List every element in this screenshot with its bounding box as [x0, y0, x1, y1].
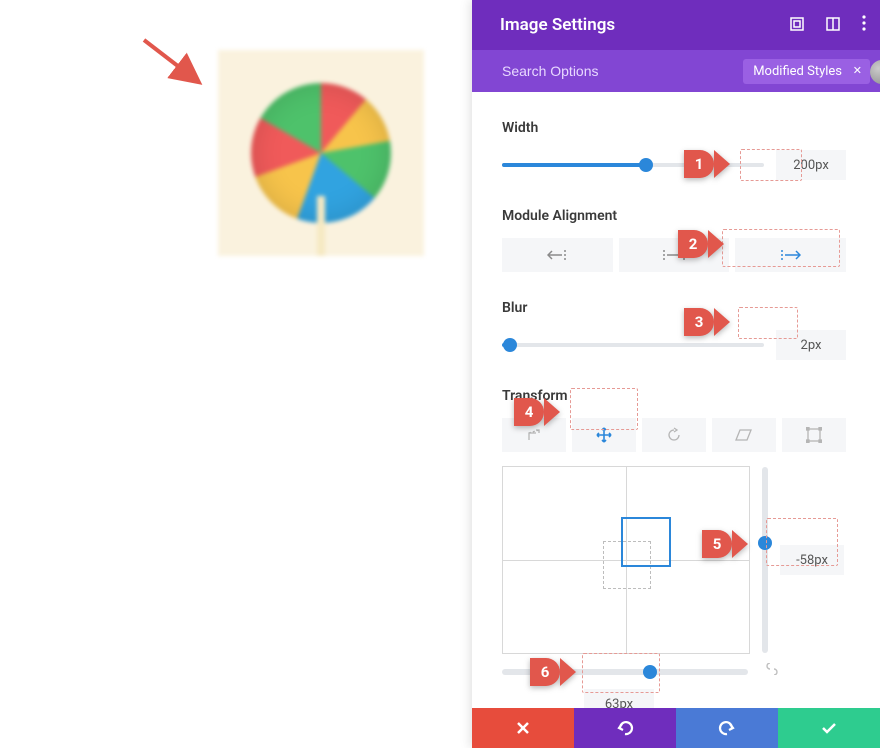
blur-value[interactable]: 2px: [776, 330, 846, 360]
transform-tab-rotate[interactable]: [642, 418, 706, 452]
transform-tab-translate[interactable]: [572, 418, 636, 452]
cancel-button[interactable]: [472, 708, 574, 748]
preview-image: [218, 50, 424, 256]
translate-y-value[interactable]: -58px: [780, 545, 844, 575]
columns-icon[interactable]: [826, 16, 840, 35]
preview-pane: [0, 0, 472, 748]
kebab-icon[interactable]: [862, 15, 866, 35]
annotation-arrow: [140, 36, 210, 96]
modified-styles-tag[interactable]: Modified Styles ✕: [743, 59, 870, 84]
module-alignment-label: Module Alignment: [502, 208, 846, 224]
panel-footer: [472, 708, 880, 748]
annotation-callout: 4: [514, 398, 560, 426]
modified-styles-label: Modified Styles: [753, 64, 842, 79]
transform-tab-skew[interactable]: [712, 418, 776, 452]
width-label: Width: [502, 120, 846, 136]
annotation-callout: 5: [702, 530, 748, 558]
align-right-button[interactable]: [735, 238, 846, 272]
blur-slider[interactable]: [502, 343, 764, 347]
annotation-callout: 2: [678, 230, 724, 258]
translate-canvas[interactable]: [502, 466, 750, 654]
panel-title: Image Settings: [500, 15, 790, 35]
annotation-callout: 6: [530, 658, 576, 686]
module-alignment-group: [502, 238, 846, 272]
link-icon[interactable]: [764, 660, 780, 679]
search-input[interactable]: [500, 62, 735, 80]
confirm-button[interactable]: [778, 708, 880, 748]
undo-button[interactable]: [574, 708, 676, 748]
settings-panel: Image Settings Modified Styles ✕ Width: [472, 0, 880, 748]
translate-handle[interactable]: [621, 517, 671, 567]
width-value[interactable]: 200px: [776, 150, 846, 180]
annotation-callout: 3: [684, 308, 730, 336]
annotation-callout: 1: [684, 150, 730, 178]
expand-icon[interactable]: [790, 16, 804, 35]
transform-tab-origin[interactable]: [782, 418, 846, 452]
translate-x-value[interactable]: 63px: [584, 689, 654, 708]
translate-y-slider[interactable]: [762, 467, 768, 653]
redo-button[interactable]: [676, 708, 778, 748]
panel-header: Image Settings: [472, 0, 880, 50]
search-bar: Modified Styles ✕: [472, 50, 880, 92]
blur-label: Blur: [502, 300, 846, 316]
align-left-button[interactable]: [502, 238, 613, 272]
close-icon[interactable]: ✕: [853, 64, 862, 77]
